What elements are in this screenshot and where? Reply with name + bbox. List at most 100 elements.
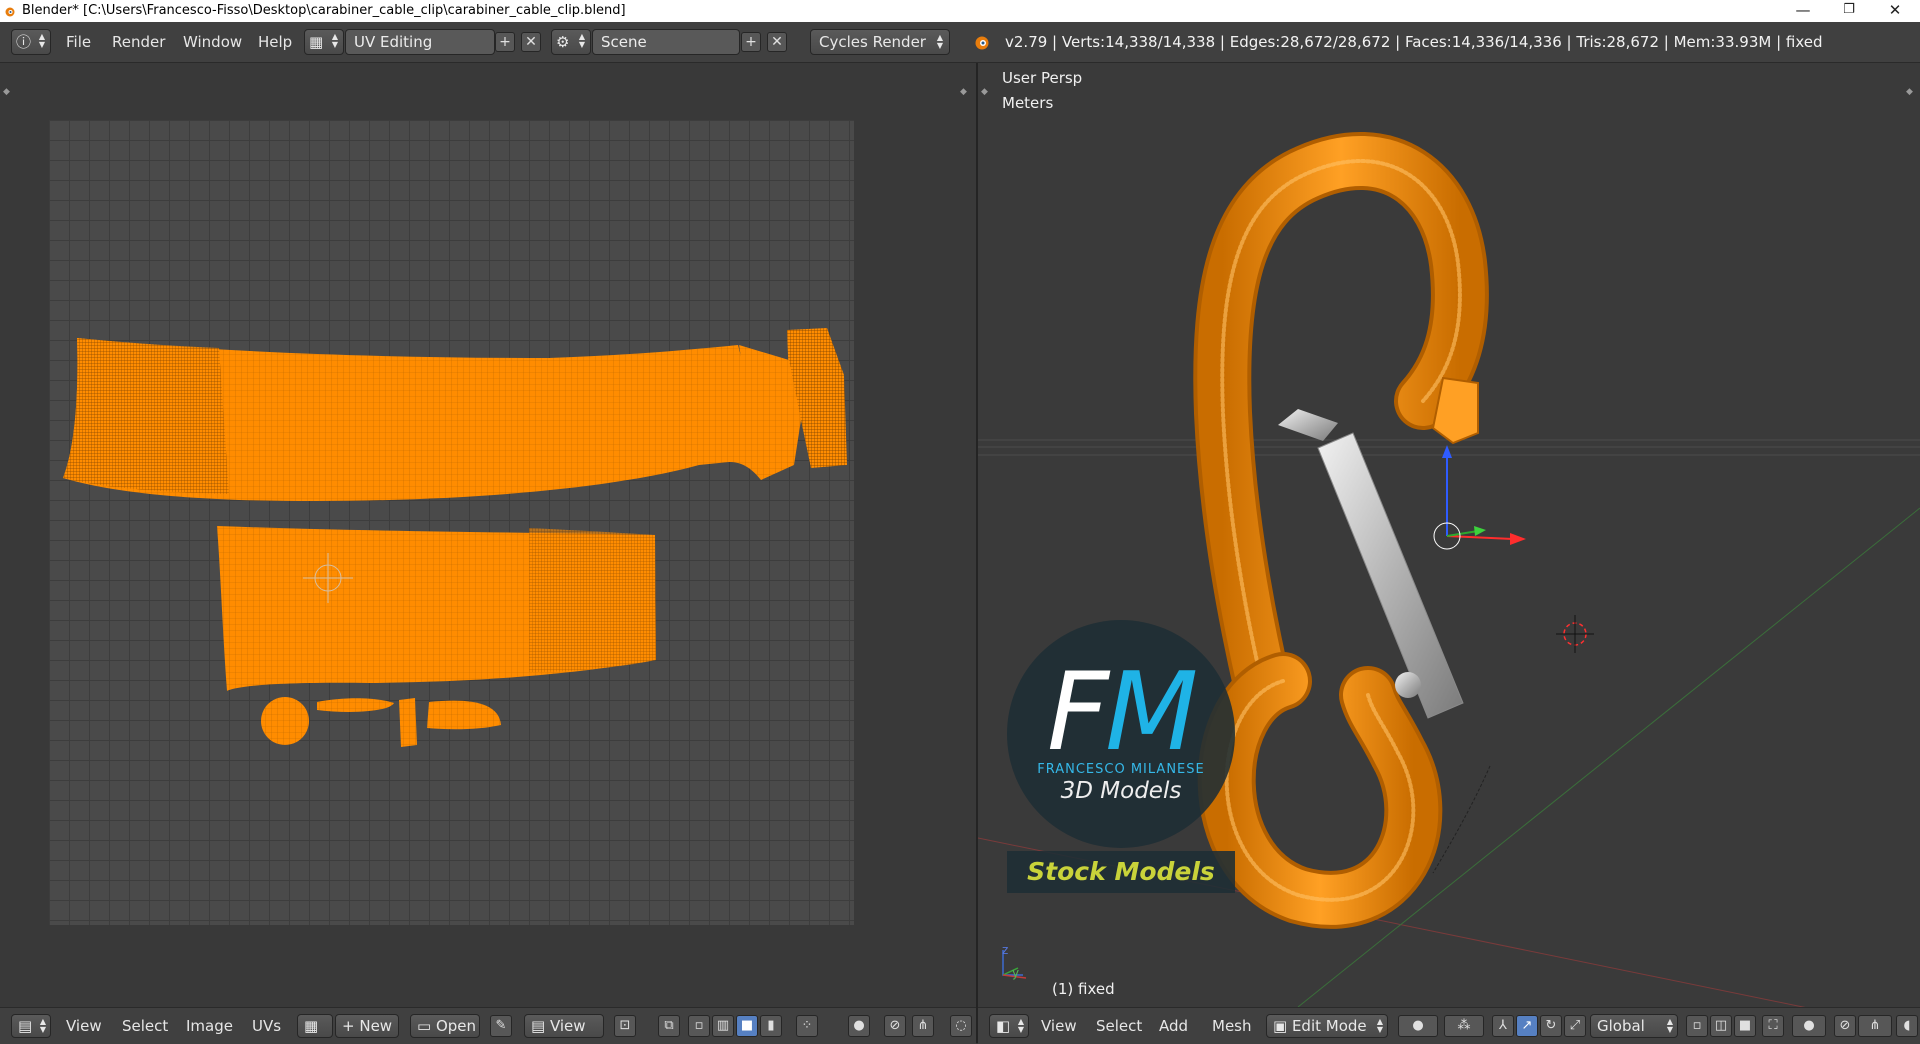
blender-logo-icon: [5, 7, 15, 17]
folder-icon: ▭: [417, 1017, 436, 1035]
uv-editor-header: ▤ ▲ ▼ View Select Image UVs ▦ + New ▭ Open…: [0, 1007, 976, 1044]
snap-element-icon[interactable]: ⋔: [912, 1015, 934, 1037]
menu-window[interactable]: Window: [183, 33, 242, 51]
v3d-menu-select[interactable]: Select: [1096, 1017, 1142, 1035]
translate-manipulator-icon[interactable]: ↗: [1516, 1015, 1538, 1037]
limit-to-visible-icon[interactable]: ⛶: [1762, 1015, 1784, 1037]
orientation-label: Global: [1597, 1017, 1645, 1035]
snap-icon[interactable]: ⊘: [1834, 1015, 1856, 1037]
logo-letter-f: F: [1047, 650, 1109, 775]
region-expand-icon[interactable]: ◆: [3, 87, 10, 97]
viewport-shading-icon[interactable]: ●: [1398, 1015, 1438, 1037]
blender-logo-icon: [975, 36, 989, 50]
units-label: Meters: [1002, 94, 1054, 112]
region-expand-icon[interactable]: ◆: [960, 87, 967, 97]
info-icon: ⓘ: [16, 33, 32, 51]
snap-element-icon[interactable]: ⋔: [1858, 1015, 1892, 1037]
image-browse-button[interactable]: ▦: [297, 1014, 333, 1038]
axis-y-label: y: [1012, 966, 1020, 980]
new-image-button[interactable]: + New: [335, 1014, 399, 1038]
uv-islands[interactable]: [49, 120, 854, 925]
interaction-mode-dropdown[interactable]: ▣ Edit Mode ▲ ▼: [1266, 1014, 1388, 1038]
view-mode-label: View: [549, 1017, 586, 1035]
sync-selection-icon[interactable]: ⧉: [658, 1015, 680, 1037]
add-layout-button[interactable]: +: [495, 32, 515, 52]
scene-icon: ⚙: [556, 33, 570, 51]
close-window-button[interactable]: ✕: [1872, 0, 1918, 22]
manipulator-toggle-icon[interactable]: ⅄: [1492, 1015, 1514, 1037]
open-image-button[interactable]: ▭ Open: [410, 1014, 480, 1038]
island-select-icon[interactable]: ▮: [760, 1015, 782, 1037]
chevron-updown-icon: ▲ ▼: [1376, 1017, 1383, 1034]
minimize-button[interactable]: —: [1780, 0, 1826, 22]
add-scene-button[interactable]: +: [741, 32, 761, 52]
menu-render[interactable]: Render: [112, 33, 165, 51]
plus-icon: +: [342, 1017, 360, 1035]
scene-statistics: v2.79 | Verts:14,338/14,338 | Edges:28,6…: [1005, 33, 1823, 51]
v3d-menu-mesh[interactable]: Mesh: [1212, 1017, 1252, 1035]
logo-brand: FRANCESCO MILANESE: [1037, 762, 1205, 777]
uv-grid-canvas[interactable]: [49, 120, 854, 925]
info-header: ⓘ ▲ ▼ File Render Window Help ▦ ▲ ▼ UV Editi…: [0, 22, 1920, 63]
pivot-point-icon[interactable]: ⁂: [1444, 1015, 1484, 1037]
vertex-select-mode-icon[interactable]: ▫: [1686, 1015, 1708, 1037]
menu-help[interactable]: Help: [258, 33, 292, 51]
axis-z-label: z: [1002, 943, 1009, 957]
scene-name-field[interactable]: Scene: [592, 29, 740, 55]
3d-cursor[interactable]: [1556, 615, 1594, 653]
edge-select-mode-icon[interactable]: ◫: [1710, 1015, 1732, 1037]
window-title: Blender* [C:\Users\Francesco-Fisso\Deskt…: [22, 3, 626, 18]
proportional-edit-icon[interactable]: ●: [848, 1015, 870, 1037]
new-image-label: New: [359, 1017, 393, 1035]
pin-icon[interactable]: ✎: [490, 1015, 512, 1037]
face-select-icon[interactable]: ■: [736, 1015, 758, 1037]
pivot-icon[interactable]: ⊡: [614, 1015, 636, 1037]
v3d-menu-add[interactable]: Add: [1159, 1017, 1188, 1035]
snap-target-icon[interactable]: ◖: [1896, 1015, 1918, 1037]
uv-menu-view[interactable]: View: [66, 1017, 102, 1035]
region-expand-icon[interactable]: ◆: [981, 87, 988, 97]
uv-menu-image[interactable]: Image: [186, 1017, 233, 1035]
editor-type-selector[interactable]: ⓘ ▲ ▼: [11, 29, 51, 55]
v3d-menu-view[interactable]: View: [1041, 1017, 1077, 1035]
delete-layout-button[interactable]: ✕: [521, 32, 541, 52]
menu-file[interactable]: File: [66, 33, 91, 51]
uv-menu-uvs[interactable]: UVs: [252, 1017, 281, 1035]
edge-select-icon[interactable]: ▥: [712, 1015, 734, 1037]
uv-island-small: [427, 700, 501, 730]
view-mode-dropdown[interactable]: ▤ View: [524, 1014, 604, 1038]
screen-layout-field[interactable]: UV Editing: [345, 29, 495, 55]
transform-manipulator[interactable]: [1433, 445, 1526, 550]
3d-view-header: ◧ ▲ ▼ View Select Add Mesh ▣ Edit Mode ▲ ▼ …: [978, 1007, 1920, 1044]
proportional-edit-icon[interactable]: ●: [1792, 1015, 1826, 1037]
scale-manipulator-icon[interactable]: ⤢: [1564, 1015, 1586, 1037]
editor-type-selector[interactable]: ◧ ▲ ▼: [989, 1014, 1029, 1038]
rotate-manipulator-icon[interactable]: ↻: [1540, 1015, 1562, 1037]
active-object-label: (1) fixed: [1052, 980, 1115, 998]
render-engine-dropdown[interactable]: Cycles Render ▲ ▼: [810, 29, 950, 55]
vertex-select-icon[interactable]: ▫: [688, 1015, 710, 1037]
region-expand-icon[interactable]: ◆: [1906, 87, 1913, 97]
scene-selector[interactable]: ⚙ ▲ ▼: [551, 29, 591, 55]
window-title-bar: Blender* [C:\Users\Francesco-Fisso\Deskt…: [0, 0, 1920, 22]
chevron-updown-icon: ▲ ▼: [1666, 1017, 1673, 1034]
snap-icon[interactable]: ⊘: [884, 1015, 906, 1037]
sticky-mode-icon[interactable]: ⁘: [796, 1015, 818, 1037]
image-editor-icon: ▤: [18, 1017, 33, 1035]
carabiner-mesh: [1193, 132, 1489, 929]
render-icon[interactable]: ◌: [950, 1015, 972, 1037]
uv-menu-select[interactable]: Select: [122, 1017, 168, 1035]
view-name-label: User Persp: [1002, 69, 1083, 87]
transform-orientation-dropdown[interactable]: Global ▲ ▼: [1590, 1014, 1678, 1038]
edit-mode-icon: ▣: [1273, 1017, 1292, 1035]
delete-scene-button[interactable]: ✕: [767, 32, 787, 52]
image-icon: ▦: [304, 1017, 319, 1035]
uv-island-small: [399, 698, 417, 747]
maximize-button[interactable]: ❐: [1826, 0, 1872, 22]
logo-letter-m: M: [1105, 650, 1198, 775]
face-select-mode-icon[interactable]: ■: [1734, 1015, 1756, 1037]
watermark-stock-label: Stock Models: [1007, 851, 1235, 893]
editor-type-selector[interactable]: ▤ ▲ ▼: [11, 1014, 51, 1038]
uv-image-editor[interactable]: ◆ ◆: [0, 63, 976, 1007]
screen-layout-selector[interactable]: ▦ ▲ ▼: [304, 29, 344, 55]
